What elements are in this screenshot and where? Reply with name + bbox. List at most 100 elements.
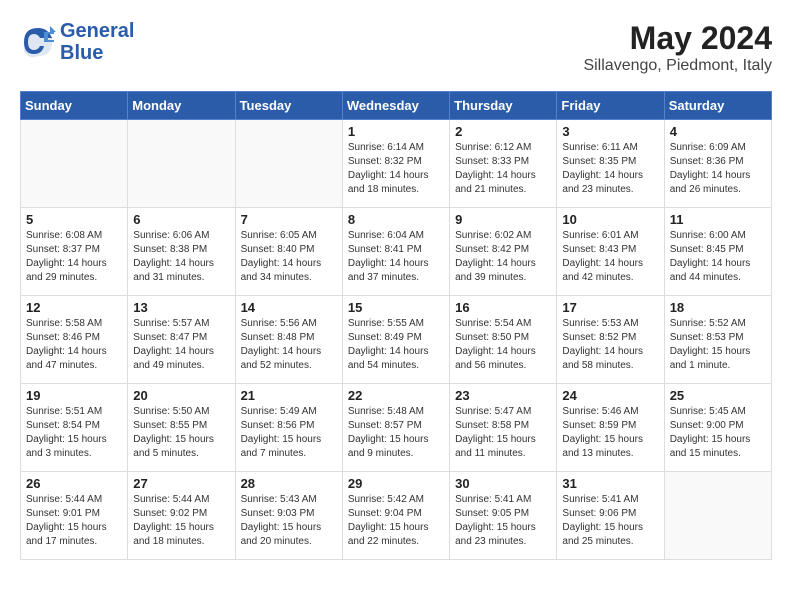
day-info: Sunrise: 5:48 AM Sunset: 8:57 PM Dayligh… (348, 405, 444, 461)
logo-text: General Blue (60, 20, 134, 64)
day-number: 17 (562, 300, 658, 315)
day-info: Sunrise: 6:09 AM Sunset: 8:36 PM Dayligh… (670, 141, 766, 197)
calendar-table: SundayMondayTuesdayWednesdayThursdayFrid… (20, 91, 772, 560)
day-number: 16 (455, 300, 551, 315)
day-number: 1 (348, 124, 444, 139)
day-number: 4 (670, 124, 766, 139)
calendar-cell: 10 Sunrise: 6:01 AM Sunset: 8:43 PM Dayli… (557, 208, 664, 296)
weekday-header-wednesday: Wednesday (342, 92, 449, 120)
day-number: 18 (670, 300, 766, 315)
day-number: 2 (455, 124, 551, 139)
day-info: Sunrise: 6:04 AM Sunset: 8:41 PM Dayligh… (348, 229, 444, 285)
calendar-cell: 20Sunrise: 5:50 AM Sunset: 8:55 PM Dayli… (128, 384, 235, 472)
day-info: Sunrise: 5:54 AM Sunset: 8:50 PM Dayligh… (455, 317, 551, 373)
page-header: General Blue May 2024 Sillavengo, Piedmo… (20, 20, 772, 75)
day-number: 14 (241, 300, 337, 315)
calendar-cell: 15 Sunrise: 5:55 AM Sunset: 8:49 PM Dayli… (342, 296, 449, 384)
day-info: Sunrise: 5:42 AM Sunset: 9:04 PM Dayligh… (348, 493, 444, 549)
day-number: 19 (26, 388, 122, 403)
day-info: Sunrise: 5:44 AM Sunset: 9:02 PM Dayligh… (133, 493, 229, 549)
calendar-cell: 2Sunrise: 6:12 AM Sunset: 8:33 PM Daylig… (450, 120, 557, 208)
day-number: 22 (348, 388, 444, 403)
calendar-cell: 6 Sunrise: 6:06 AM Sunset: 8:38 PM Daylig… (128, 208, 235, 296)
day-number: 26 (26, 476, 122, 491)
calendar-cell: 22 Sunrise: 5:48 AM Sunset: 8:57 PM Dayli… (342, 384, 449, 472)
calendar-cell: 3 Sunrise: 6:11 AM Sunset: 8:35 PM Daylig… (557, 120, 664, 208)
day-info: Sunrise: 5:50 AM Sunset: 8:55 PM Dayligh… (133, 405, 229, 461)
calendar-cell: 25Sunrise: 5:45 AM Sunset: 9:00 PM Dayli… (664, 384, 771, 472)
calendar-cell: 1 Sunrise: 6:14 AM Sunset: 8:32 PM Daylig… (342, 120, 449, 208)
calendar-cell: 4 Sunrise: 6:09 AM Sunset: 8:36 PM Daylig… (664, 120, 771, 208)
calendar-cell: 13Sunrise: 5:57 AM Sunset: 8:47 PM Dayli… (128, 296, 235, 384)
calendar-cell: 11 Sunrise: 6:00 AM Sunset: 8:45 PM Dayli… (664, 208, 771, 296)
weekday-header-row: SundayMondayTuesdayWednesdayThursdayFrid… (21, 92, 772, 120)
weekday-header-saturday: Saturday (664, 92, 771, 120)
calendar-week-3: 19Sunrise: 5:51 AM Sunset: 8:54 PM Dayli… (21, 384, 772, 472)
day-number: 13 (133, 300, 229, 315)
day-number: 21 (241, 388, 337, 403)
calendar-cell: 7 Sunrise: 6:05 AM Sunset: 8:40 PM Daylig… (235, 208, 342, 296)
day-info: Sunrise: 5:55 AM Sunset: 8:49 PM Dayligh… (348, 317, 444, 373)
calendar-cell: 27 Sunrise: 5:44 AM Sunset: 9:02 PM Dayli… (128, 472, 235, 560)
calendar-cell: 21 Sunrise: 5:49 AM Sunset: 8:56 PM Dayli… (235, 384, 342, 472)
day-info: Sunrise: 6:11 AM Sunset: 8:35 PM Dayligh… (562, 141, 658, 197)
calendar-cell (235, 120, 342, 208)
weekday-header-sunday: Sunday (21, 92, 128, 120)
day-info: Sunrise: 6:02 AM Sunset: 8:42 PM Dayligh… (455, 229, 551, 285)
calendar-cell: 18 Sunrise: 5:52 AM Sunset: 8:53 PM Dayli… (664, 296, 771, 384)
weekday-header-friday: Friday (557, 92, 664, 120)
calendar-cell: 16 Sunrise: 5:54 AM Sunset: 8:50 PM Dayli… (450, 296, 557, 384)
title-block: May 2024 Sillavengo, Piedmont, Italy (583, 20, 772, 75)
day-number: 10 (562, 212, 658, 227)
day-number: 8 (348, 212, 444, 227)
day-number: 6 (133, 212, 229, 227)
day-info: Sunrise: 5:43 AM Sunset: 9:03 PM Dayligh… (241, 493, 337, 549)
calendar-cell (128, 120, 235, 208)
calendar-cell: 26 Sunrise: 5:44 AM Sunset: 9:01 PM Dayli… (21, 472, 128, 560)
day-number: 24 (562, 388, 658, 403)
calendar-cell: 31 Sunrise: 5:41 AM Sunset: 9:06 PM Dayli… (557, 472, 664, 560)
day-number: 3 (562, 124, 658, 139)
day-number: 31 (562, 476, 658, 491)
day-info: Sunrise: 5:44 AM Sunset: 9:01 PM Dayligh… (26, 493, 122, 549)
day-number: 30 (455, 476, 551, 491)
month-year: May 2024 (583, 20, 772, 57)
day-number: 9 (455, 212, 551, 227)
calendar-cell: 30 Sunrise: 5:41 AM Sunset: 9:05 PM Dayli… (450, 472, 557, 560)
calendar-cell: 23Sunrise: 5:47 AM Sunset: 8:58 PM Dayli… (450, 384, 557, 472)
weekday-header-monday: Monday (128, 92, 235, 120)
calendar-week-4: 26 Sunrise: 5:44 AM Sunset: 9:01 PM Dayli… (21, 472, 772, 560)
day-number: 11 (670, 212, 766, 227)
day-info: Sunrise: 5:41 AM Sunset: 9:05 PM Dayligh… (455, 493, 551, 549)
calendar-cell: 24Sunrise: 5:46 AM Sunset: 8:59 PM Dayli… (557, 384, 664, 472)
day-info: Sunrise: 5:49 AM Sunset: 8:56 PM Dayligh… (241, 405, 337, 461)
weekday-header-tuesday: Tuesday (235, 92, 342, 120)
day-number: 25 (670, 388, 766, 403)
day-info: Sunrise: 5:53 AM Sunset: 8:52 PM Dayligh… (562, 317, 658, 373)
day-number: 15 (348, 300, 444, 315)
calendar-week-1: 5Sunrise: 6:08 AM Sunset: 8:37 PM Daylig… (21, 208, 772, 296)
day-info: Sunrise: 6:05 AM Sunset: 8:40 PM Dayligh… (241, 229, 337, 285)
day-number: 7 (241, 212, 337, 227)
location: Sillavengo, Piedmont, Italy (583, 57, 772, 75)
calendar-cell: 9 Sunrise: 6:02 AM Sunset: 8:42 PM Daylig… (450, 208, 557, 296)
day-info: Sunrise: 5:58 AM Sunset: 8:46 PM Dayligh… (26, 317, 122, 373)
day-number: 27 (133, 476, 229, 491)
calendar-week-0: 1 Sunrise: 6:14 AM Sunset: 8:32 PM Daylig… (21, 120, 772, 208)
day-info: Sunrise: 5:52 AM Sunset: 8:53 PM Dayligh… (670, 317, 766, 373)
day-info: Sunrise: 6:01 AM Sunset: 8:43 PM Dayligh… (562, 229, 658, 285)
day-number: 23 (455, 388, 551, 403)
day-info: Sunrise: 6:06 AM Sunset: 8:38 PM Dayligh… (133, 229, 229, 285)
calendar-cell: 28Sunrise: 5:43 AM Sunset: 9:03 PM Dayli… (235, 472, 342, 560)
day-info: Sunrise: 6:14 AM Sunset: 8:32 PM Dayligh… (348, 141, 444, 197)
logo: General Blue (20, 20, 134, 64)
day-number: 5 (26, 212, 122, 227)
calendar-cell: 17 Sunrise: 5:53 AM Sunset: 8:52 PM Dayli… (557, 296, 664, 384)
calendar-cell: 29Sunrise: 5:42 AM Sunset: 9:04 PM Dayli… (342, 472, 449, 560)
day-info: Sunrise: 5:41 AM Sunset: 9:06 PM Dayligh… (562, 493, 658, 549)
calendar-cell: 14Sunrise: 5:56 AM Sunset: 8:48 PM Dayli… (235, 296, 342, 384)
day-info: Sunrise: 6:00 AM Sunset: 8:45 PM Dayligh… (670, 229, 766, 285)
weekday-header-thursday: Thursday (450, 92, 557, 120)
calendar-cell: 19Sunrise: 5:51 AM Sunset: 8:54 PM Dayli… (21, 384, 128, 472)
calendar-cell (664, 472, 771, 560)
